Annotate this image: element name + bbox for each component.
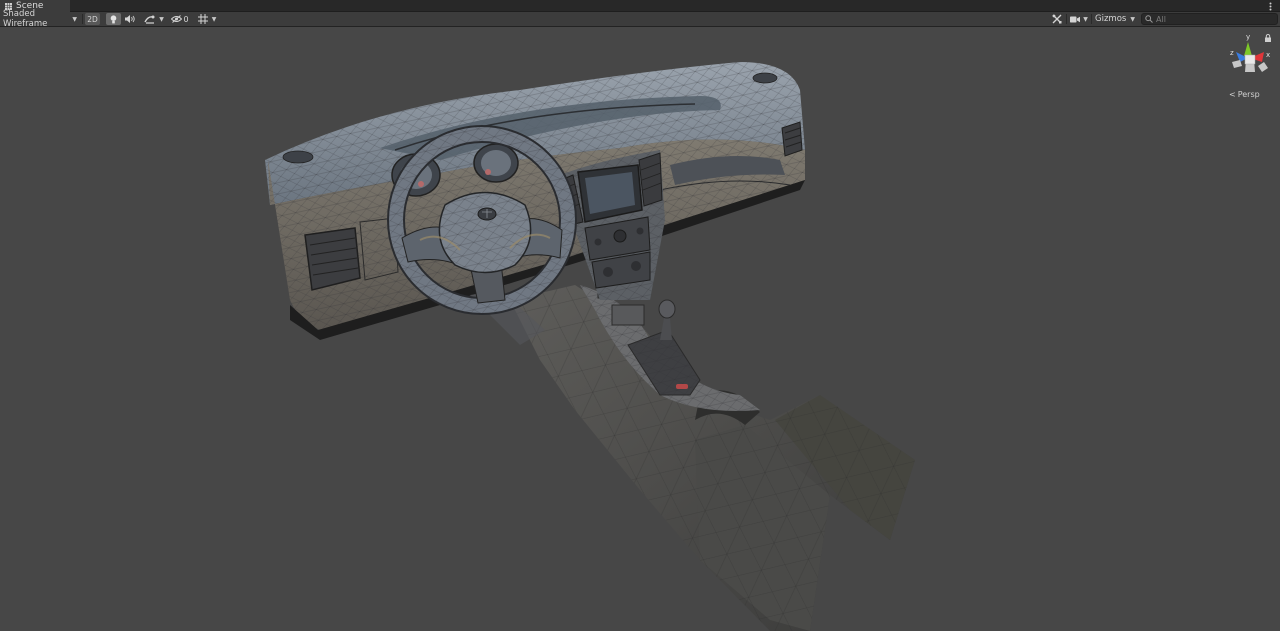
axis-y-handle [1244,42,1252,56]
draw-mode-label: Shaded Wireframe [3,9,48,29]
caret-down-icon: ▼ [211,15,217,23]
gizmos-dropdown[interactable]: Gizmos ▼ [1092,13,1138,25]
car-dashboard-model [265,62,915,631]
camera-icon [1070,16,1081,23]
hidden-objects-toggle[interactable]: 0 [170,13,190,25]
axis-neg-z-handle [1258,62,1268,72]
tools-button[interactable] [1050,13,1064,25]
caret-down-icon: ▼ [1083,15,1088,23]
gizmos-label: Gizmos [1095,14,1127,24]
scene-toolbar: Shaded Wireframe ▼ 2D ▼ 0 ▼ ▼ Gizmos ▼ A… [0,9,1280,29]
effects-icon [144,15,155,24]
axis-x-label: x [1266,51,1270,59]
audio-toggle[interactable] [123,13,137,25]
tools-icon [1052,14,1062,24]
camera-settings-dropdown[interactable]: ▼ [1068,13,1090,25]
effects-dropdown[interactable]: ▼ [141,13,167,25]
caret-down-icon: ▼ [72,15,77,23]
grid-snap-icon [197,14,208,24]
kebab-menu-icon[interactable] [1266,0,1274,12]
caret-down-icon: ▼ [159,15,164,23]
gizmo-center-cube [1244,54,1256,65]
axis-y-label: y [1246,33,1250,41]
tab-bar: Scene [0,0,1280,12]
scene-viewport[interactable]: y x z < Persp [0,27,1280,631]
projection-label: Persp [1237,89,1260,99]
caret-down-icon: ▼ [1130,15,1135,23]
search-icon [1145,15,1153,23]
search-input[interactable] [1156,14,1276,24]
axis-z-label: z [1230,49,1234,57]
lighting-toggle[interactable] [106,13,121,25]
divider [82,14,83,24]
hidden-count: 0 [183,14,189,24]
chevron-left-icon: < [1229,89,1236,99]
mode-2d-button[interactable]: 2D [85,13,100,25]
scene-search[interactable] [1141,13,1278,25]
draw-mode-dropdown[interactable]: Shaded Wireframe ▼ [0,9,80,29]
speaker-icon [125,15,135,23]
divider [1066,14,1067,24]
center-console [510,285,915,631]
hidden-eye-icon [171,15,183,23]
projection-toggle[interactable]: < Persp [1229,88,1260,100]
lightbulb-icon [110,14,117,24]
lock-icon[interactable] [1264,34,1272,42]
grid-snap-dropdown[interactable]: ▼ [194,13,220,25]
